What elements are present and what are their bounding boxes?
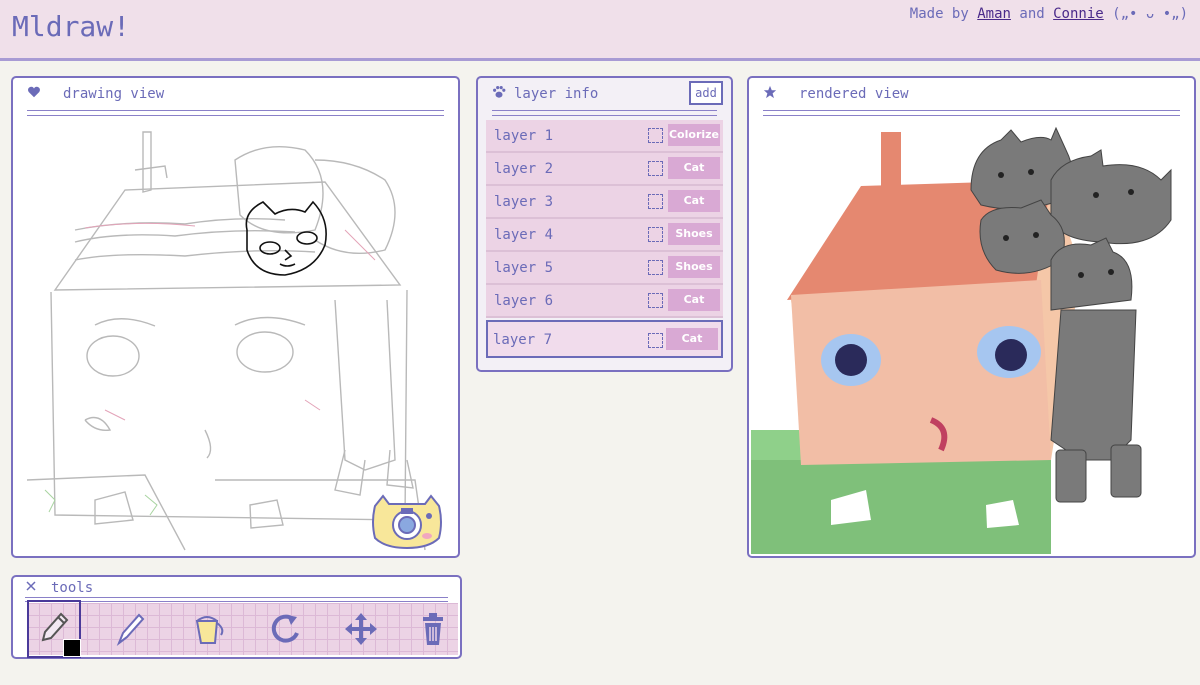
layer-name: layer 3 <box>494 194 554 210</box>
credits-and: and <box>1019 6 1045 22</box>
layer-row[interactable]: layer 2 Cat <box>486 153 723 186</box>
delete-tool[interactable] <box>413 609 453 649</box>
rendered-view-panel: rendered view <box>747 76 1196 558</box>
header-rule <box>763 110 1180 116</box>
layer-info-panel: layer info add layer 1 Colorize layer 2 Cat… <box>476 76 733 372</box>
layer-row[interactable]: layer 6 Cat <box>486 285 723 318</box>
layer-row[interactable]: layer 3 Cat <box>486 186 723 219</box>
bucket-icon <box>195 616 224 644</box>
camera-icon[interactable] <box>369 492 445 550</box>
layer-model-button[interactable]: Cat <box>668 190 720 212</box>
layer-row[interactable]: layer 7 Cat <box>486 320 723 358</box>
rotate-icon <box>271 614 299 643</box>
layer-row[interactable]: layer 4 Shoes <box>486 219 723 252</box>
layer-name: layer 5 <box>494 260 554 276</box>
layer-row[interactable]: layer 1 Colorize <box>486 120 723 153</box>
layer-name: layer 1 <box>494 128 554 144</box>
heart-icon <box>28 86 40 98</box>
move-tool[interactable] <box>341 609 381 649</box>
layer-model-button[interactable]: Shoes <box>668 223 720 245</box>
layer-model-button[interactable]: Cat <box>666 328 718 350</box>
layer-name: layer 6 <box>494 293 554 309</box>
author-link-aman[interactable]: Aman <box>977 6 1011 22</box>
header-rule <box>492 110 717 116</box>
current-color-swatch[interactable] <box>63 639 81 657</box>
drawing-view-title: drawing view <box>63 86 165 102</box>
credits: Made by Aman and Connie („• ᴗ •„) <box>910 6 1188 22</box>
layer-model-button[interactable]: Colorize <box>668 124 720 146</box>
paw-icon <box>493 86 506 98</box>
fill-tool[interactable] <box>189 609 229 649</box>
rendered-image <box>751 126 1172 554</box>
author-link-connie[interactable]: Connie <box>1053 6 1104 22</box>
layer-visibility-checkbox[interactable] <box>648 161 663 176</box>
app-title: Mldraw! <box>12 10 131 43</box>
layer-name: layer 4 <box>494 227 554 243</box>
tool-grid <box>27 600 458 658</box>
header-rule <box>27 110 444 116</box>
layer-model-button[interactable]: Cat <box>668 157 720 179</box>
top-bar: Mldraw! Made by Aman and Connie („• ᴗ •„… <box>0 0 1200 61</box>
add-layer-button[interactable]: add <box>689 81 723 105</box>
tools-header: tools <box>13 577 460 597</box>
undo-tool[interactable] <box>267 609 307 649</box>
tools-title: tools <box>51 580 94 596</box>
trash-icon <box>423 613 443 645</box>
layer-row[interactable]: layer 5 Shoes <box>486 252 723 285</box>
brush-icon <box>116 613 145 646</box>
layer-list: layer 1 Colorize layer 2 Cat layer 3 Cat layer… <box>486 120 723 358</box>
drawing-canvas[interactable] <box>15 120 455 554</box>
layer-name: layer 2 <box>494 161 554 177</box>
header-rule <box>25 597 448 602</box>
layer-model-button[interactable]: Shoes <box>668 256 720 278</box>
layer-name: layer 7 <box>493 332 553 348</box>
credits-prefix: Made by <box>909 6 969 22</box>
credits-emoticon: („• ᴗ •„) <box>1112 6 1188 22</box>
layer-visibility-checkbox[interactable] <box>648 194 663 209</box>
layer-info-title: layer info <box>514 86 599 102</box>
drawing-view-panel: drawing view <box>11 76 460 558</box>
layer-visibility-checkbox[interactable] <box>648 227 663 242</box>
layer-visibility-checkbox[interactable] <box>648 128 663 143</box>
layer-info-header: layer info add <box>478 78 731 108</box>
star-icon <box>763 85 777 99</box>
layer-visibility-checkbox[interactable] <box>648 260 663 275</box>
layer-model-button[interactable]: Cat <box>668 289 720 311</box>
rendered-view-header: rendered view <box>749 78 1194 108</box>
tools-panel: tools <box>11 575 462 659</box>
close-icon[interactable] <box>25 580 37 592</box>
pencil-tool[interactable] <box>27 600 81 658</box>
rendered-view-title: rendered view <box>799 86 909 102</box>
move-icon <box>345 613 377 645</box>
layer-visibility-checkbox[interactable] <box>648 293 663 308</box>
drawing-view-header: drawing view <box>13 78 458 108</box>
brush-tool[interactable] <box>109 609 149 649</box>
layer-visibility-checkbox[interactable] <box>648 333 663 348</box>
